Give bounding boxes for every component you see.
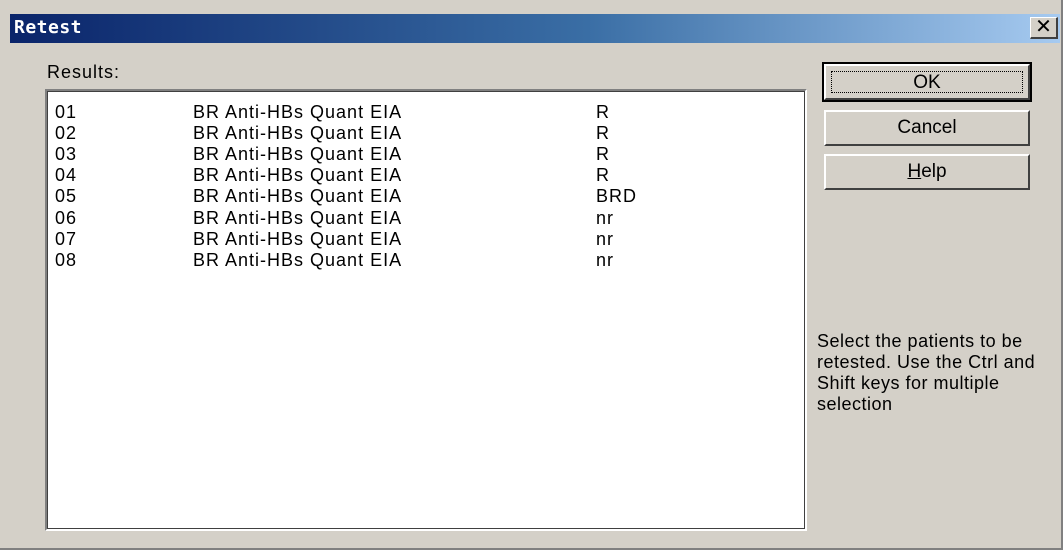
list-item[interactable]: 02 BR Anti-HBs Quant EIA R bbox=[47, 122, 805, 144]
results-listbox[interactable]: 01 BR Anti-HBs Quant EIA R 02 BR Anti-HB… bbox=[45, 89, 807, 531]
row-result: nr bbox=[596, 250, 615, 270]
title-bar[interactable]: Retest ✕ bbox=[10, 14, 1060, 43]
row-id: 06 bbox=[55, 208, 78, 228]
list-item[interactable]: 07 BR Anti-HBs Quant EIA nr bbox=[47, 228, 805, 250]
close-icon: ✕ bbox=[1035, 16, 1052, 38]
results-label: Results: bbox=[47, 62, 121, 82]
cancel-label: Cancel bbox=[897, 117, 957, 138]
list-item[interactable]: 08 BR Anti-HBs Quant EIA nr bbox=[47, 249, 805, 271]
ok-button[interactable]: OK bbox=[822, 62, 1032, 102]
row-id: 02 bbox=[55, 123, 78, 143]
row-result: nr bbox=[596, 229, 615, 249]
ok-label: OK bbox=[913, 72, 941, 93]
row-test: BR Anti-HBs Quant EIA bbox=[193, 208, 403, 228]
row-id: 08 bbox=[55, 250, 78, 270]
row-result: R bbox=[596, 144, 610, 164]
row-result: nr bbox=[596, 208, 615, 228]
row-test: BR Anti-HBs Quant EIA bbox=[193, 186, 403, 206]
cancel-button[interactable]: Cancel bbox=[824, 110, 1030, 146]
row-test: BR Anti-HBs Quant EIA bbox=[193, 102, 403, 122]
row-test: BR Anti-HBs Quant EIA bbox=[193, 144, 403, 164]
row-id: 04 bbox=[55, 165, 78, 185]
list-item[interactable]: 05 BR Anti-HBs Quant EIA BRD bbox=[47, 185, 805, 207]
close-button[interactable]: ✕ bbox=[1030, 17, 1058, 39]
help-mnemonic: H bbox=[907, 161, 922, 182]
dialog-title: Retest bbox=[14, 17, 83, 38]
list-item[interactable]: 03 BR Anti-HBs Quant EIA R bbox=[47, 143, 805, 165]
row-test: BR Anti-HBs Quant EIA bbox=[193, 123, 403, 143]
focus-rectangle: OK bbox=[831, 71, 1023, 93]
row-result: R bbox=[596, 165, 610, 185]
row-test: BR Anti-HBs Quant EIA bbox=[193, 250, 403, 270]
row-id: 01 bbox=[55, 102, 78, 122]
retest-dialog: Retest ✕ Results: 01 BR Anti-HBs Quant E… bbox=[0, 0, 1063, 550]
row-result: BRD bbox=[596, 186, 638, 206]
row-result: R bbox=[596, 123, 610, 143]
list-item[interactable]: 04 BR Anti-HBs Quant EIA R bbox=[47, 164, 805, 186]
row-test: BR Anti-HBs Quant EIA bbox=[193, 165, 403, 185]
row-id: 05 bbox=[55, 186, 78, 206]
help-button[interactable]: Help bbox=[824, 154, 1030, 190]
list-item[interactable]: 06 BR Anti-HBs Quant EIA nr bbox=[47, 207, 805, 229]
instructions-text: Select the patients to be retested. Use … bbox=[817, 331, 1036, 414]
row-id: 07 bbox=[55, 229, 78, 249]
row-id: 03 bbox=[55, 144, 78, 164]
row-result: R bbox=[596, 102, 610, 122]
list-item[interactable]: 01 BR Anti-HBs Quant EIA R bbox=[47, 101, 805, 123]
row-test: BR Anti-HBs Quant EIA bbox=[193, 229, 403, 249]
help-label: elp bbox=[921, 161, 947, 182]
